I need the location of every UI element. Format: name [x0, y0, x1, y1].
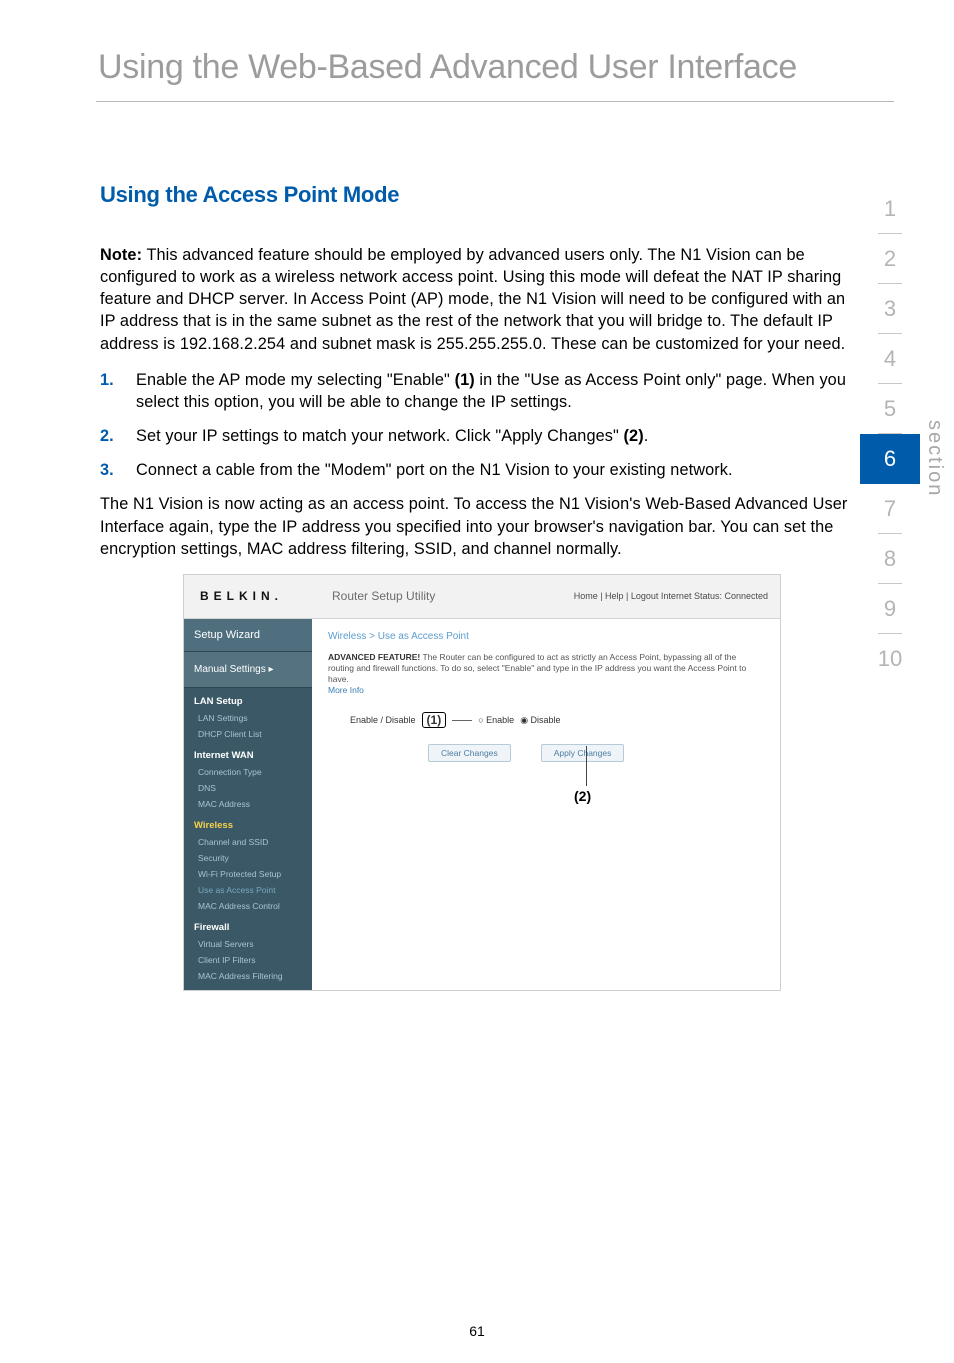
- enable-disable-row: Enable / Disable (1) ○ Enable ◉ Disable: [350, 712, 764, 728]
- sb-security[interactable]: Security: [184, 850, 312, 866]
- radio-enable[interactable]: ○ Enable: [478, 715, 514, 725]
- note-label: Note:: [100, 246, 142, 264]
- step-2-ref: (2): [624, 427, 644, 445]
- router-header: BELKIN. Router Setup Utility Home | Help…: [184, 575, 780, 619]
- advanced-feature-desc: ADVANCED FEATURE! The Router can be conf…: [328, 652, 764, 696]
- sb-wireless: Wireless: [184, 812, 312, 834]
- note-paragraph: Note: This advanced feature should be em…: [100, 244, 864, 355]
- step-2-pre: Set your IP settings to match your netwo…: [136, 427, 624, 445]
- sb-dns[interactable]: DNS: [184, 780, 312, 796]
- step-1-num: 1.: [100, 369, 136, 413]
- router-main: Wireless > Use as Access Point ADVANCED …: [312, 619, 780, 990]
- sb-mac-address[interactable]: MAC Address: [184, 796, 312, 812]
- sb-connection-type[interactable]: Connection Type: [184, 764, 312, 780]
- after-paragraph: The N1 Vision is now acting as an access…: [100, 493, 864, 559]
- step-3: 3. Connect a cable from the "Modem" port…: [100, 459, 864, 481]
- page-title: Using the Web-Based Advanced User Interf…: [0, 0, 954, 101]
- step-2-post: .: [644, 427, 649, 445]
- note-body: This advanced feature should be employed…: [100, 246, 845, 353]
- sb-lan-settings[interactable]: LAN Settings: [184, 710, 312, 726]
- callout-1-line: [452, 720, 472, 721]
- router-utility-title: Router Setup Utility: [312, 589, 574, 603]
- sb-channel-ssid[interactable]: Channel and SSID: [184, 834, 312, 850]
- sb-internet-wan: Internet WAN: [184, 742, 312, 764]
- router-screenshot: BELKIN. Router Setup Utility Home | Help…: [183, 574, 781, 991]
- sb-use-as-ap[interactable]: Use as Access Point: [184, 882, 312, 898]
- apply-changes-button[interactable]: Apply Changes: [541, 744, 625, 762]
- page-number: 61: [0, 1323, 954, 1339]
- sb-lan-setup: LAN Setup: [184, 688, 312, 710]
- belkin-logo: BELKIN.: [184, 589, 312, 603]
- callout-2-line: [586, 746, 587, 786]
- sb-firewall: Firewall: [184, 914, 312, 936]
- radio-disable[interactable]: ◉ Disable: [520, 715, 560, 726]
- manual-settings[interactable]: Manual Settings ▸: [184, 652, 312, 688]
- step-1-ref: (1): [455, 371, 475, 389]
- setup-wizard[interactable]: Setup Wizard: [184, 619, 312, 652]
- sb-mac-control[interactable]: MAC Address Control: [184, 898, 312, 914]
- sb-mac-filtering[interactable]: MAC Address Filtering: [184, 968, 312, 984]
- sb-wps[interactable]: Wi-Fi Protected Setup: [184, 866, 312, 882]
- breadcrumb: Wireless > Use as Access Point: [328, 631, 764, 642]
- step-3-pre: Connect a cable from the "Modem" port on…: [136, 461, 733, 479]
- desc-bold: ADVANCED FEATURE!: [328, 652, 420, 662]
- more-info-link[interactable]: More Info: [328, 685, 364, 695]
- step-1: 1. Enable the AP mode my selecting "Enab…: [100, 369, 864, 413]
- sb-client-ip-filters[interactable]: Client IP Filters: [184, 952, 312, 968]
- sb-dhcp-client-list[interactable]: DHCP Client List: [184, 726, 312, 742]
- step-2-num: 2.: [100, 425, 136, 447]
- router-status-links[interactable]: Home | Help | Logout Internet Status: Co…: [574, 591, 780, 601]
- section-heading: Using the Access Point Mode: [100, 182, 864, 208]
- callout-2: (2): [574, 788, 591, 804]
- step-3-num: 3.: [100, 459, 136, 481]
- router-sidebar: Setup Wizard Manual Settings ▸ LAN Setup…: [184, 619, 312, 990]
- clear-changes-button[interactable]: Clear Changes: [428, 744, 511, 762]
- callout-1: (1): [422, 712, 447, 728]
- step-2: 2. Set your IP settings to match your ne…: [100, 425, 864, 447]
- sb-virtual-servers[interactable]: Virtual Servers: [184, 936, 312, 952]
- step-1-pre: Enable the AP mode my selecting "Enable": [136, 371, 455, 389]
- enable-disable-label: Enable / Disable: [350, 715, 416, 725]
